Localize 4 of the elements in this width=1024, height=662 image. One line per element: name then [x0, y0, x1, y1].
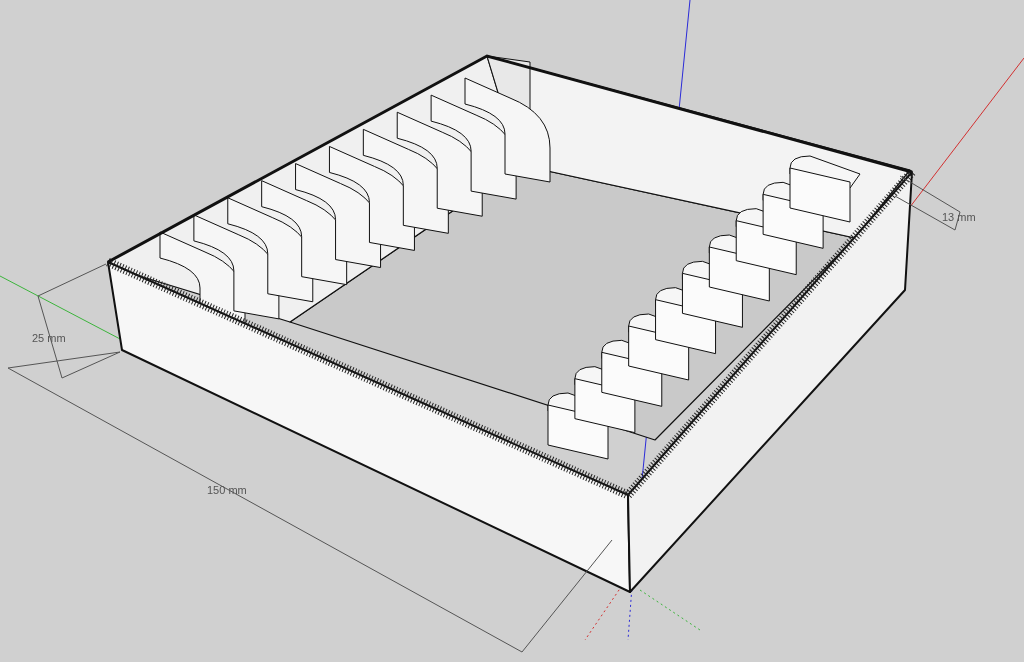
dimension-label: 13 mm — [942, 212, 976, 223]
dimension-label: 25 mm — [32, 333, 66, 344]
dimension-label: 150 mm — [207, 485, 247, 496]
model-viewport[interactable]: 25 mm 150 mm 13 mm — [0, 0, 1024, 662]
